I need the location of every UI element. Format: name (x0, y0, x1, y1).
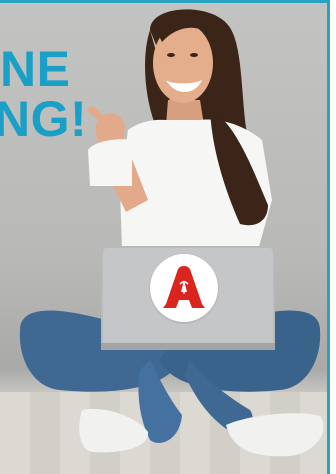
woman-with-laptop-photo (19, 9, 324, 457)
left-shoe (79, 409, 149, 453)
apotheke-a-icon (163, 266, 205, 308)
ad-banner[interactable]: NE NG! (0, 0, 330, 474)
